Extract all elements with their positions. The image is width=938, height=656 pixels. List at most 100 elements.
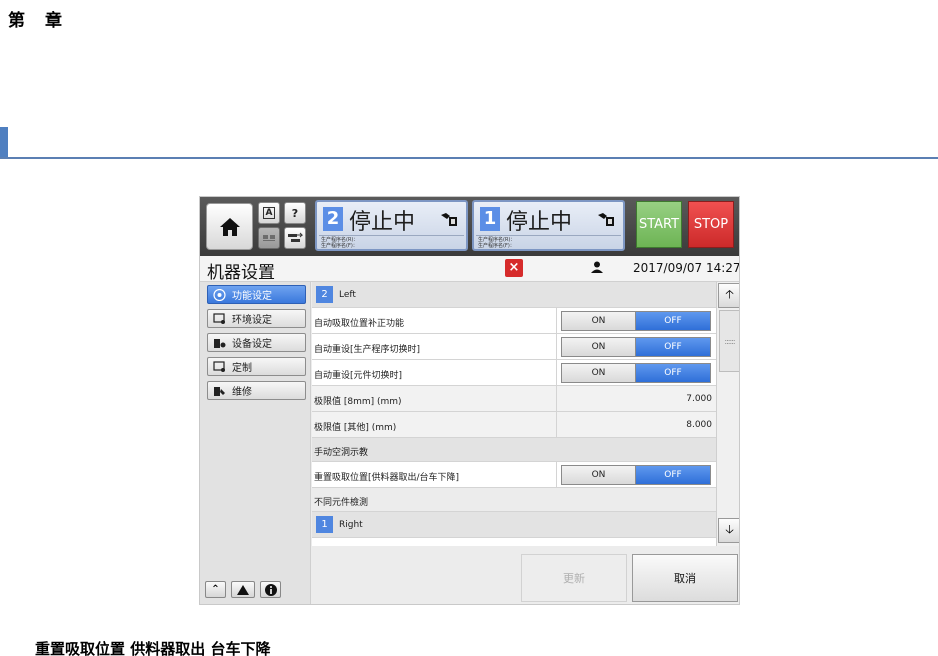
collapse-button[interactable]: ⌃ xyxy=(205,581,226,598)
lane2-number: 2 xyxy=(323,207,343,231)
setting-row-auto-reset-part-switch: 自动重设[元件切换时] ON OFF xyxy=(312,360,716,386)
setting-label: 自动重设[生产程序切换时] xyxy=(314,345,421,355)
lane-left-name: Left xyxy=(339,290,356,300)
action-footer: 更新 取消 xyxy=(312,546,739,604)
section-label: 不同元件檢測 xyxy=(314,498,369,508)
arrow-up-icon: 🡡 xyxy=(725,287,734,301)
lane2-state: 停止中 xyxy=(349,210,416,235)
lane2-status-panel[interactable]: 2 停止中 生产程序名(R)： 生产程序名(F)： xyxy=(315,200,468,251)
lane2-program-f: 生产程序名(F)： xyxy=(321,243,358,249)
lane2-program-names: 生产程序名(R)： 生产程序名(F)： xyxy=(319,235,464,249)
on-off-toggle[interactable]: ON OFF xyxy=(561,311,711,331)
conveyor-button[interactable] xyxy=(284,227,306,249)
help-icon: ? xyxy=(291,206,299,220)
page-title: 机器设置 xyxy=(207,263,275,283)
double-chevron-up-icon: ⌃ xyxy=(211,584,220,595)
update-button[interactable]: 更新 xyxy=(521,554,627,602)
lane1-program-names: 生产程序名(R)： 生产程序名(F)： xyxy=(476,235,621,249)
setting-label: 重置吸取位置[供料器取出/台车下降] xyxy=(314,473,460,483)
off-option[interactable]: OFF xyxy=(636,312,710,330)
display-icon xyxy=(263,235,275,241)
arrow-down-icon: 🡣 xyxy=(725,522,734,536)
scroll-up-button[interactable]: 🡡 xyxy=(718,283,739,308)
setting-label: 自动重设[元件切换时] xyxy=(314,371,403,381)
board-icon xyxy=(441,213,457,226)
document-page: 第章 A ? 2 停止中 生产程序名(R)： 生产程序名(F)： 1 停止中 生… xyxy=(0,0,938,656)
sidebar-item-function-settings[interactable]: 功能设定 xyxy=(207,285,306,304)
board-icon xyxy=(598,213,614,226)
sidebar-item-environment-settings[interactable]: 环境设定 xyxy=(207,309,306,328)
setting-row-reset-pick-position: 重置吸取位置[供料器取出/台车下降] ON OFF xyxy=(312,462,716,488)
section-header-manual-teach: 手动空洞示教 xyxy=(312,438,716,462)
lane1-number: 1 xyxy=(480,207,500,231)
setting-label: 自动吸取位置补正功能 xyxy=(314,319,405,329)
title-bar: 机器设置 × 2017/09/07 14:27 xyxy=(200,256,740,283)
setting-value: 7.000 xyxy=(686,394,712,404)
setting-value: 8.000 xyxy=(686,420,712,430)
sidebar-item-label: 维修 xyxy=(232,387,252,398)
off-option[interactable]: OFF xyxy=(636,364,710,382)
sidebar-item-label: 功能设定 xyxy=(232,291,272,302)
top-bar: A ? 2 停止中 生产程序名(R)： 生产程序名(F)： 1 停止中 生产程序名… xyxy=(200,197,739,256)
function-settings-icon xyxy=(212,288,226,301)
home-icon xyxy=(219,217,240,236)
help-button[interactable]: ? xyxy=(284,202,306,224)
lane1-state: 停止中 xyxy=(506,210,573,235)
lane-right-header: 1 Right xyxy=(312,512,716,538)
lane-left-header: 2 Left xyxy=(312,282,716,308)
start-button[interactable]: START xyxy=(636,201,682,248)
on-option[interactable]: ON xyxy=(562,466,636,484)
lane-left-number: 2 xyxy=(316,286,333,303)
sidebar-item-maintenance[interactable]: 维修 xyxy=(207,381,306,400)
lane-right-name: Right xyxy=(339,520,363,530)
section-label: 手动空洞示教 xyxy=(314,448,369,458)
display-button[interactable] xyxy=(258,227,280,249)
on-option[interactable]: ON xyxy=(562,312,636,330)
environment-settings-icon xyxy=(212,312,226,325)
grip-icon: :::::: xyxy=(724,336,735,346)
sidebar: 功能设定 环境设定 设备设定 定制 维修 ⌃ xyxy=(200,282,311,604)
sidebar-item-label: 环境设定 xyxy=(232,315,272,326)
section-accent xyxy=(0,127,8,157)
on-off-toggle[interactable]: ON OFF xyxy=(561,465,711,485)
figure-caption: 重置吸取位置 供料器取出 台车下降 xyxy=(35,640,271,656)
settings-list: 2 Left 自动吸取位置补正功能 ON OFF 自动重设[生产程序切换时] ON… xyxy=(312,282,716,546)
device-settings-icon xyxy=(212,337,226,349)
chapter-suffix: 章 xyxy=(45,11,62,31)
off-option[interactable]: OFF xyxy=(636,338,710,356)
machine-settings-screenshot: A ? 2 停止中 生产程序名(R)： 生产程序名(F)： 1 停止中 生产程序名… xyxy=(199,196,740,605)
home-button[interactable] xyxy=(206,203,253,250)
setting-row-limit-8mm[interactable]: 极限值 [8mm] (mm) 7.000 xyxy=(312,386,716,412)
on-off-toggle[interactable]: ON OFF xyxy=(561,337,711,357)
scroll-thumb[interactable]: :::::: xyxy=(719,310,739,372)
off-option[interactable]: OFF xyxy=(636,466,710,484)
date-time: 2017/09/07 14:27 xyxy=(633,261,740,275)
setting-row-auto-pick-correction: 自动吸取位置补正功能 ON OFF xyxy=(312,308,716,334)
on-option[interactable]: ON xyxy=(562,338,636,356)
user-icon xyxy=(591,261,603,273)
text-size-button[interactable]: A xyxy=(258,202,280,224)
setting-row-auto-reset-program-switch: 自动重设[生产程序切换时] ON OFF xyxy=(312,334,716,360)
custom-icon xyxy=(212,360,226,373)
info-button[interactable] xyxy=(260,581,281,598)
sidebar-item-custom[interactable]: 定制 xyxy=(207,357,306,376)
scrollbar[interactable]: 🡡 :::::: 🡣 xyxy=(716,282,739,546)
cancel-button[interactable]: 取消 xyxy=(632,554,738,602)
maintenance-icon xyxy=(212,385,226,397)
lane1-status-panel[interactable]: 1 停止中 生产程序名(R)： 生产程序名(F)： xyxy=(472,200,625,251)
on-option[interactable]: ON xyxy=(562,364,636,382)
warning-button[interactable] xyxy=(231,581,255,598)
sidebar-item-label: 定制 xyxy=(232,363,252,374)
close-button[interactable]: × xyxy=(505,259,523,277)
on-off-toggle[interactable]: ON OFF xyxy=(561,363,711,383)
sidebar-item-label: 设备设定 xyxy=(232,339,272,350)
section-divider xyxy=(0,127,938,159)
chapter-prefix: 第 xyxy=(8,11,25,31)
stop-button[interactable]: STOP xyxy=(688,201,734,248)
lane1-program-f: 生产程序名(F)： xyxy=(478,243,515,249)
info-icon xyxy=(264,583,277,596)
chapter-heading: 第章 xyxy=(8,6,62,31)
setting-row-limit-other[interactable]: 极限值 [其他] (mm) 8.000 xyxy=(312,412,716,438)
sidebar-item-device-settings[interactable]: 设备设定 xyxy=(207,333,306,352)
scroll-down-button[interactable]: 🡣 xyxy=(718,518,739,543)
